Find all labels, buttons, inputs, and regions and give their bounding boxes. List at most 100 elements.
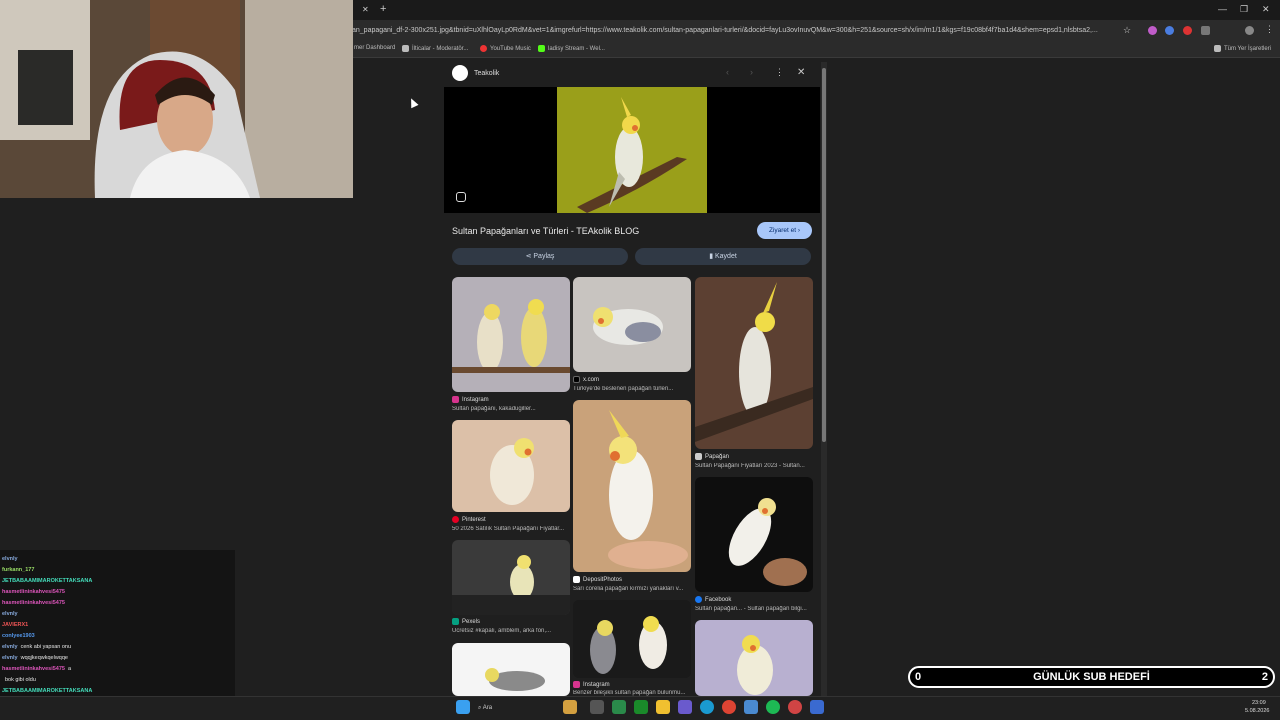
main-preview-image[interactable] [557, 87, 707, 213]
spotify-icon[interactable] [766, 700, 780, 714]
edge-icon[interactable] [700, 700, 714, 714]
chat-message: hasmetlininkahvesi5475 [2, 600, 68, 606]
result-image[interactable] [452, 420, 570, 512]
result-image[interactable] [573, 400, 691, 572]
chat-username[interactable]: conlyee1903 [2, 633, 35, 639]
app-icon[interactable] [678, 700, 692, 714]
chat-message: elvnly [2, 611, 21, 617]
result-image[interactable] [452, 277, 570, 392]
chat-username[interactable]: elvnly [2, 655, 18, 661]
result-image[interactable] [573, 277, 691, 372]
chat-username[interactable]: JETBABAAMIMAROKETTAKSANA [2, 688, 92, 694]
url-input[interactable]: an_papagani_df-2-300x251.jpg&tbnid=uXlhl… [352, 24, 1122, 38]
result-desc[interactable]: 50 2026 Satılık Sultan Papağanı Fiyatlar… [452, 526, 570, 532]
result-image[interactable] [695, 620, 813, 696]
minimize-button[interactable]: — [1218, 4, 1227, 14]
bookmark-item[interactable]: ladisy Stream - Wel... [538, 45, 605, 52]
result-source[interactable]: Instagram [573, 681, 610, 688]
menu-dots-icon[interactable]: ⋮ [1265, 24, 1274, 35]
result-source[interactable]: Pexels [452, 618, 480, 625]
result-desc[interactable]: Sarı corelia papağan kırmızı yanakları v… [573, 586, 691, 592]
result-source[interactable]: Papağan [695, 453, 729, 460]
instagram-icon [573, 681, 580, 688]
extensions-puzzle-icon[interactable] [1201, 26, 1210, 35]
result-source[interactable]: x.com [573, 376, 599, 383]
chat-username[interactable]: hasmetlininkahvesi5475 [2, 666, 65, 672]
lens-search-icon[interactable] [456, 192, 466, 202]
scrollbar-thumb[interactable] [822, 68, 826, 442]
chat-username[interactable]: elvnly [2, 556, 18, 562]
new-tab-button[interactable]: + [380, 3, 386, 15]
chat-message: bok gibi oldu [2, 677, 36, 683]
extension-icon[interactable] [1183, 26, 1192, 35]
chat-message: furkann_177 [2, 567, 37, 573]
visit-button[interactable]: Ziyaret et › [757, 222, 812, 239]
result-image[interactable] [695, 477, 813, 592]
result-image[interactable] [695, 277, 813, 449]
extension-icon[interactable] [1148, 26, 1157, 35]
start-icon[interactable] [456, 700, 470, 714]
chat-username[interactable]: hasmetlininkahvesi5475 [2, 600, 65, 606]
chat-message: hasmetlininkahvesi5475 a [2, 666, 71, 672]
result-desc[interactable]: Sultan papağan... - Sultan papağan bilgi… [695, 606, 813, 612]
pexels-icon [452, 618, 459, 625]
file-explorer-icon[interactable] [656, 700, 670, 714]
profile-avatar[interactable] [1245, 26, 1254, 35]
chat-username[interactable]: JAVIERX1 [2, 622, 28, 628]
result-source[interactable]: Pinterest [452, 516, 486, 523]
next-arrow-icon[interactable]: › [750, 67, 753, 77]
cockatiel-image [695, 282, 813, 442]
widgets-icon[interactable] [563, 700, 577, 714]
chat-username[interactable]: furkann_177 [2, 567, 34, 573]
app-icon[interactable] [788, 700, 802, 714]
chat-username[interactable]: JETBABAAMIMAROKETTAKSANA [2, 578, 92, 584]
result-source[interactable]: Instagram [452, 396, 489, 403]
source-name[interactable]: Teakolik [474, 70, 499, 77]
result-desc[interactable]: Sultan papağanı, kakadugiller... [452, 406, 570, 412]
clock-date[interactable]: 5.08.2026 [1245, 708, 1269, 714]
task-view-icon[interactable] [590, 700, 604, 714]
webcam-feed [0, 0, 353, 198]
result-desc[interactable]: Sultan Papağanı Fiyatları 2023 - Sultan.… [695, 463, 813, 469]
close-window-button[interactable]: ✕ [1262, 4, 1270, 15]
save-button[interactable]: ▮ Kaydet [635, 248, 811, 265]
more-options-icon[interactable]: ⋮ [775, 67, 784, 78]
chat-message: hasmetlininkahvesi5475 [2, 589, 68, 595]
close-icon[interactable]: ✕ [797, 67, 805, 78]
app-icon[interactable] [612, 700, 626, 714]
result-image[interactable] [452, 540, 570, 615]
chrome-icon[interactable] [722, 700, 736, 714]
clock-time[interactable]: 23:09 [1252, 700, 1266, 706]
chat-username[interactable]: elvnly [2, 611, 18, 617]
chat-username[interactable]: elvnly [2, 644, 18, 650]
result-source[interactable]: DepositPhotos [573, 576, 622, 583]
tab-close-icon[interactable]: ✕ [362, 5, 369, 14]
share-button[interactable]: ⋖ Paylaş [452, 248, 628, 265]
chat-message: elvnly [2, 556, 21, 562]
app-icon[interactable] [810, 700, 824, 714]
result-desc[interactable]: Türkiye'de beslenen papağan türleri... [573, 386, 691, 392]
all-bookmarks[interactable]: Tüm Yer İşaretleri [1214, 45, 1271, 52]
bookmark-item[interactable]: YouTube Music [480, 45, 531, 52]
page-title[interactable]: Sultan Papağanları ve Türleri - TEAkolik… [452, 226, 639, 236]
taskbar-search[interactable]: ⌕ Ara [478, 701, 558, 715]
prev-arrow-icon[interactable]: ‹ [726, 67, 729, 77]
extension-icon[interactable] [1165, 26, 1174, 35]
maximize-button[interactable]: ❐ [1240, 4, 1248, 15]
result-desc[interactable]: Ücretsiz #kapalı, amblem, arka fon,... [452, 628, 570, 634]
app-icon[interactable] [744, 700, 758, 714]
star-icon[interactable]: ☆ [1123, 25, 1131, 36]
result-image[interactable] [452, 643, 570, 696]
cockatiel-image [485, 668, 545, 691]
cockatiel-image [577, 97, 687, 213]
result-source[interactable]: Facebook [695, 596, 731, 603]
chat-message: JETBABAAMIMAROKETTAKSANA [2, 688, 95, 694]
result-image[interactable] [573, 600, 691, 678]
xbox-icon[interactable] [634, 700, 648, 714]
facebook-icon [695, 596, 702, 603]
bookmark-item[interactable]: İlticalar - Moderatör... [402, 45, 468, 52]
bookmark-item[interactable]: mer Dashboard [354, 45, 395, 51]
chat-username[interactable]: hasmetlininkahvesi5475 [2, 589, 65, 595]
chat-text: a [67, 666, 72, 672]
cockatiel-image [737, 635, 773, 695]
